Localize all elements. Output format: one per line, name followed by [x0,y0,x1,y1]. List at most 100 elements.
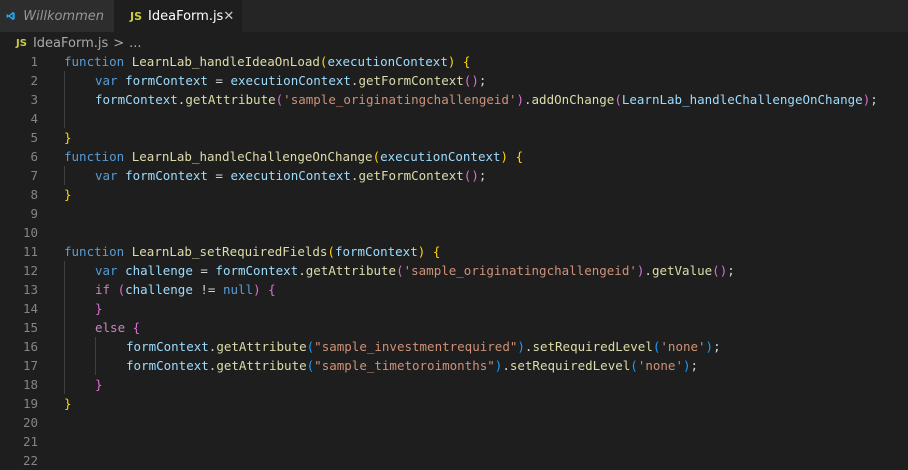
code-line[interactable]: 7 var formContext = executionContext.getF… [0,166,908,185]
code-line[interactable]: 2 var formContext = executionContext.getF… [0,71,908,90]
code-line[interactable]: 13 if (challenge != null) { [0,280,908,299]
indent-guide [64,90,65,109]
line-number: 3 [30,92,38,107]
indent-guide [64,109,65,128]
code-token: executionContext [230,73,351,88]
breadcrumb-symbol[interactable]: ... [129,36,141,51]
line-number: 11 [22,244,38,259]
code-line[interactable]: 21 [0,432,908,451]
indent-guide [64,71,65,90]
code-text: } [64,185,72,204]
indent-guide [64,356,65,375]
code-line[interactable]: 17 formContext. getAttribute ("sample_timet… [0,356,908,375]
code-token: null [222,282,254,297]
indent-guide [64,261,65,280]
code-token: ; [870,92,878,107]
code-token: setRequiredLevel [532,339,653,354]
close-icon[interactable]: ✕ [223,9,234,24]
code-line[interactable]: 3 formContext. getAttribute ('sample_origin… [0,90,908,109]
code-text: function LearnLab_handleChallengeOnChang… [64,147,523,166]
code-text: function LearnLab_setRequiredFields(form… [64,242,440,261]
code-token: formContext [334,244,418,259]
breadcrumb-file[interactable]: IdeaForm.js [33,36,108,51]
code-line[interactable]: 22 [0,451,908,470]
code-line[interactable]: 1 function LearnLab_handleIdeaOnLoad(exec… [0,52,908,71]
line-number: 16 [22,339,38,354]
code-token: var [95,73,118,88]
line-number: 9 [30,206,38,221]
code-text: var formContext = executionContext.getFo… [95,166,486,185]
code-text: var challenge = formContext.getAttribute… [95,261,735,280]
code-token: getFormContext [358,73,464,88]
code-line[interactable]: 16 formContext.getAttribute("sample_inves… [0,337,908,356]
indent-guide [64,318,65,337]
code-token: getFormContext [358,168,464,183]
code-line[interactable]: 5} [0,128,908,147]
indent-guide [95,356,96,375]
code-text: var formContext = executionContext.getFo… [95,71,486,90]
code-line[interactable]: 4 [0,109,908,128]
code-token: } [95,377,103,392]
line-number: 14 [22,301,38,316]
code-line[interactable]: 14} [0,299,908,318]
code-token: formContext [215,263,299,278]
tab-ideaform-js[interactable]: JS IdeaForm.js ✕ [114,0,242,32]
code-token: formContext [95,92,178,107]
code-line[interactable]: 12 var challenge = formContext.getAttribu… [0,261,908,280]
code-token: getAttribute [216,358,307,373]
indent-guide [95,337,96,356]
code-line[interactable]: 9 [0,204,908,223]
line-number: 10 [22,225,38,240]
code-token: ) [682,358,691,373]
code-token: ) [705,339,714,354]
line-number: 15 [22,320,38,335]
code-token: ( [372,149,381,164]
code-line[interactable]: 15 else { [0,318,908,337]
line-number: 17 [22,358,38,373]
code-token: LearnLab_handleChallengeOnChange [131,149,373,164]
code-token: } [64,187,72,202]
code-line[interactable]: 18} [0,375,908,394]
code-token: addOnChange [531,92,615,107]
code-token: formContext [125,73,208,88]
code-token: { [268,282,276,297]
tab-willkommen[interactable]: Willkommen [0,0,114,32]
code-token: ( [396,263,404,278]
code-token: { [515,149,524,164]
code-line[interactable]: 10 [0,223,908,242]
code-token: = [207,73,231,88]
line-number: 20 [22,415,38,430]
code-token: function [64,54,125,69]
indent-guide [64,375,65,394]
code-editor[interactable]: 1 function LearnLab_handleIdeaOnLoad(exec… [0,52,908,468]
code-token: ) [517,339,525,354]
line-number: 22 [22,453,38,468]
indent-guide [64,280,65,299]
code-token: 'sample_originatingchallengeid' [283,92,517,107]
code-line[interactable]: 8} [0,185,908,204]
code-line[interactable]: 11 function LearnLab_setRequiredFields(fo… [0,242,908,261]
code-line[interactable]: 6 function LearnLab_handleChallengeOnChan… [0,147,908,166]
code-token: else [95,320,126,335]
tab-bar-empty-area [242,0,908,32]
code-token: { [132,320,141,335]
chevron-right-icon: > [113,35,125,51]
indent-guide [64,166,65,185]
code-token: = [192,263,216,278]
line-number: 21 [22,434,38,449]
code-line[interactable]: 19} [0,394,908,413]
code-line[interactable]: 20 [0,413,908,432]
line-number: 13 [22,282,38,297]
code-token: challenge [125,263,193,278]
js-file-icon: JS [16,37,27,49]
line-number: 6 [30,149,38,164]
code-token: () [463,73,479,88]
code-token: LearnLab_handleChallengeOnChange [621,92,863,107]
code-token: "sample_investmentrequired" [314,339,518,354]
